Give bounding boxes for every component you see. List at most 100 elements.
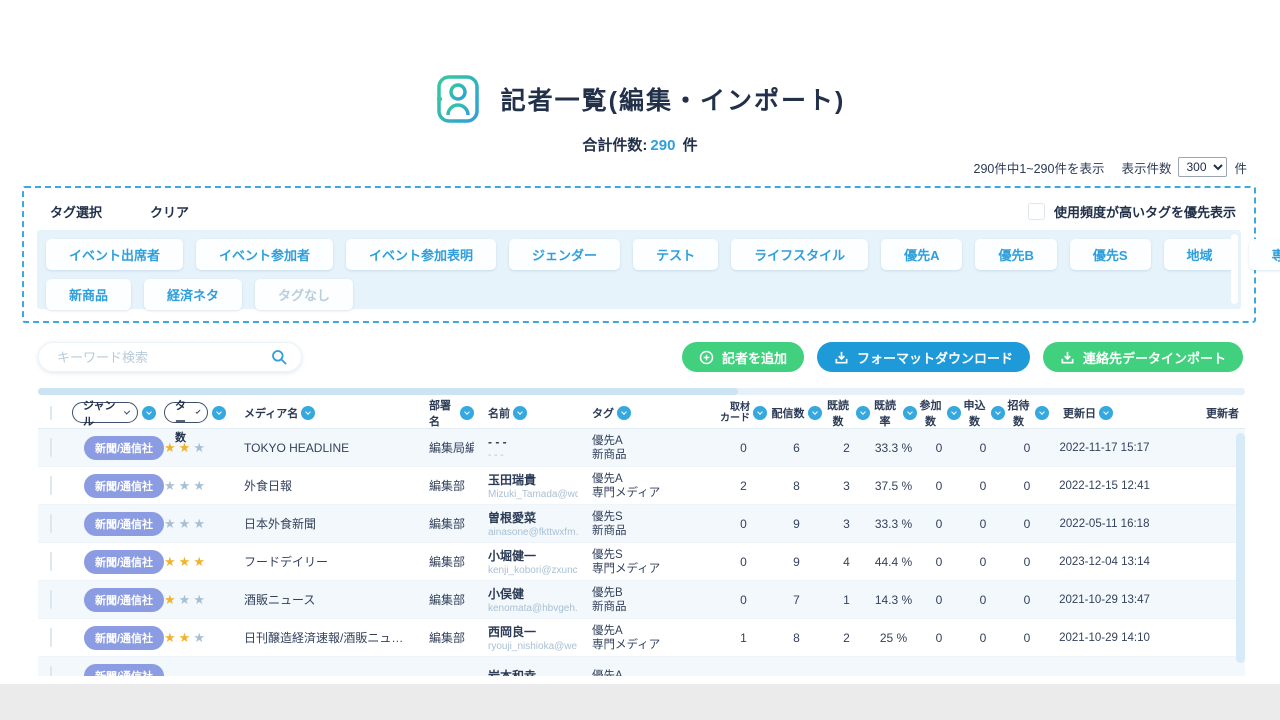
- row-checkbox[interactable]: [50, 438, 52, 457]
- priority-tags-label: 使用頻度が高いタグを優先表示: [1054, 202, 1236, 221]
- tag-clear-button[interactable]: クリア: [150, 202, 189, 221]
- tag-chip[interactable]: 優先B: [975, 239, 1056, 270]
- tag-chip[interactable]: イベント出席者: [46, 239, 183, 270]
- horizontal-scrollbar[interactable]: [38, 388, 1245, 395]
- keyword-search-box[interactable]: [38, 342, 302, 372]
- reporter-name-cell: 曽根愛菜 ainasone@fkttwxfm…: [474, 509, 578, 538]
- dept-sort-icon[interactable]: [460, 406, 474, 420]
- delivery-sort-icon[interactable]: [808, 406, 822, 420]
- tag-chip[interactable]: 優先S: [1070, 239, 1151, 270]
- horizontal-scrollbar-thumb[interactable]: [38, 388, 738, 395]
- media-name: 外食日報: [224, 477, 412, 494]
- table-row[interactable]: 新聞/通信社 ★★★ 日刊醸造経済速報/酒販ニュ… 編集部 西岡良一 ryouj…: [38, 619, 1245, 657]
- reporter-name-cell: - - - - - -: [474, 435, 578, 461]
- dept-name: 編集局編集部: [412, 439, 474, 456]
- plus-circle-icon: [699, 350, 714, 365]
- tag-area-scrollbar[interactable]: [1231, 234, 1238, 304]
- rate-sort-icon[interactable]: [903, 406, 917, 420]
- select-all-checkbox[interactable]: [50, 406, 52, 420]
- updated-date: 2022-05-11 16:18: [1049, 518, 1160, 530]
- tag-chip[interactable]: 優先A: [881, 239, 962, 270]
- invite-count: 0: [1005, 593, 1049, 607]
- delivery-count: 9: [770, 517, 823, 531]
- read-count: 2: [823, 631, 870, 645]
- tag-chip[interactable]: ジェンダー: [509, 239, 620, 270]
- read-sort-icon[interactable]: [856, 406, 870, 420]
- updated-date: 2021-10-29 13:47: [1049, 594, 1160, 606]
- tag-sort-icon[interactable]: [617, 406, 631, 420]
- invite-count: 0: [1005, 441, 1049, 455]
- contact-import-button[interactable]: 連絡先データインポート: [1043, 342, 1243, 372]
- tag-chip[interactable]: 経済ネタ: [144, 279, 242, 310]
- table-row[interactable]: 新聞/通信社 ★★★ TOKYO HEADLINE 編集局編集部 - - - -…: [38, 429, 1245, 467]
- apply-sort-icon[interactable]: [991, 406, 1005, 420]
- tag-chip[interactable]: ライフスタイル: [731, 239, 868, 270]
- dept-name: 編集部: [412, 553, 474, 570]
- media-name: 日刊醸造経済速報/酒販ニュ…: [224, 629, 412, 646]
- row-checkbox[interactable]: [50, 476, 52, 495]
- tag-chip[interactable]: テスト: [633, 239, 718, 270]
- table-row[interactable]: 新聞/通信社 ★★★ 外食日報 編集部 玉田瑞貴 Mizuki_Tamada@w…: [38, 467, 1245, 505]
- download-icon: [834, 350, 849, 365]
- tag-chip[interactable]: イベント参加表明: [346, 239, 496, 270]
- row-checkbox[interactable]: [50, 666, 52, 677]
- star-rating: ★★★: [164, 629, 224, 647]
- genre-sort-icon[interactable]: [142, 406, 156, 420]
- genre-filter-select[interactable]: ジャンル: [72, 402, 138, 423]
- priority-tags-checkbox[interactable]: [1028, 203, 1045, 220]
- apply-count: 0: [961, 517, 1005, 531]
- updated-date: 2022-11-17 15:17: [1049, 442, 1160, 454]
- page-header: 記者一覧(編集・インポート): [0, 74, 1280, 124]
- read-rate: 44.4 %: [870, 555, 917, 569]
- card-count: 0: [717, 517, 770, 531]
- read-count: 4: [823, 555, 870, 569]
- tag-select-label[interactable]: タグ選択: [50, 202, 102, 221]
- table-row[interactable]: 新聞/通信社 ★★★ 日本外食新聞 編集部 曽根愛菜 ainasone@fktt…: [38, 505, 1245, 543]
- table-row[interactable]: 新聞/通信社 ★★★ 酒販ニュース 編集部 小俣健 kenomata@hbvge…: [38, 581, 1245, 619]
- card-count: 0: [717, 593, 770, 607]
- tag-filter-panel: タグ選択 クリア 使用頻度が高いタグを優先表示 イベント出席者イベント参加者イベ…: [22, 186, 1256, 323]
- per-page-label: 表示件数: [1121, 158, 1171, 177]
- tag-chip[interactable]: 新商品: [46, 279, 131, 310]
- star-empty-icon: ★: [164, 478, 179, 493]
- tag-chip[interactable]: 専門メディア: [1249, 239, 1280, 270]
- row-tags: 優先S新商品: [578, 510, 717, 538]
- tag-chip[interactable]: イベント参加者: [196, 239, 333, 270]
- tag-chip: タグなし: [255, 279, 353, 310]
- name-sort-icon[interactable]: [513, 406, 527, 420]
- media-sort-icon[interactable]: [301, 406, 315, 420]
- genre-badge: 新聞/通信社: [84, 474, 164, 498]
- per-page-select[interactable]: 300: [1178, 157, 1227, 177]
- star-empty-icon: ★: [193, 440, 208, 455]
- star-filled-icon: ★: [179, 554, 194, 569]
- tag-chips-row-1: イベント出席者イベント参加者イベント参加表明ジェンダーテストライフスタイル優先A…: [46, 239, 1221, 270]
- invite-count: 0: [1005, 517, 1049, 531]
- row-checkbox[interactable]: [50, 552, 52, 571]
- updated-sort-icon[interactable]: [1099, 406, 1113, 420]
- vertical-scrollbar[interactable]: [1236, 433, 1245, 663]
- star-filter-select[interactable]: スター数: [164, 402, 208, 423]
- join-sort-icon[interactable]: [947, 406, 961, 420]
- search-icon[interactable]: [271, 349, 287, 365]
- range-text: 290件中1~290件を表示: [974, 158, 1105, 177]
- row-tags: 優先S専門メディア: [578, 548, 717, 576]
- table-row[interactable]: 新聞/通信社 ★★★ フードデイリー 編集部 小堀健一 kenji_kobori…: [38, 543, 1245, 581]
- genre-badge: 新聞/通信社: [84, 436, 164, 460]
- tag-chip[interactable]: 地域: [1164, 239, 1236, 270]
- card-sort-icon[interactable]: [753, 406, 767, 420]
- format-download-button[interactable]: フォーマットダウンロード: [817, 342, 1030, 372]
- read-rate: 33.3 %: [870, 441, 917, 455]
- invite-sort-icon[interactable]: [1035, 406, 1049, 420]
- add-reporter-button[interactable]: 記者を追加: [682, 342, 804, 372]
- star-filled-icon: ★: [179, 630, 194, 645]
- row-checkbox[interactable]: [50, 590, 52, 609]
- tag-column-header: タグ: [592, 405, 614, 421]
- row-tags: 優先A: [578, 669, 717, 677]
- dept-column-header: 部署名: [429, 397, 457, 429]
- search-input[interactable]: [57, 350, 271, 365]
- star-empty-icon: ★: [193, 630, 208, 645]
- read-column-header: 既読数: [823, 397, 853, 429]
- table-row[interactable]: 新聞/通信社 岩本和幸 優先A: [38, 657, 1245, 676]
- row-checkbox[interactable]: [50, 628, 52, 647]
- row-checkbox[interactable]: [50, 514, 52, 533]
